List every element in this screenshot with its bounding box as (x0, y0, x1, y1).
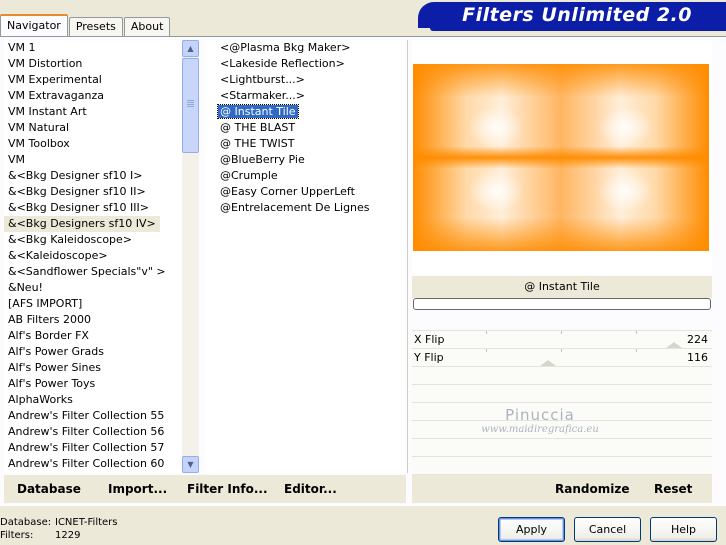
filter-item[interactable]: <@Plasma Bkg Maker> (205, 40, 405, 56)
status-database-value: ICNET-Filters (55, 517, 118, 528)
category-item[interactable]: VM Experimental (4, 72, 182, 88)
filter-item-label: @BlueBerry Pie (220, 153, 305, 166)
category-item[interactable]: VM Instant Art (4, 104, 182, 120)
param-value: 224 (687, 333, 708, 346)
param-empty-row (412, 456, 712, 474)
param-slider-x-flip[interactable]: X Flip 224 (412, 330, 712, 348)
filter-item[interactable]: <Lightburst...> (205, 72, 405, 88)
category-item[interactable]: Andrew's Filter Collection 56 (4, 424, 182, 440)
tab-about[interactable]: About (123, 17, 171, 36)
param-label: X Flip (414, 333, 445, 346)
logo-underline (430, 28, 726, 31)
tab-strip: Navigator Presets About (0, 14, 171, 36)
preview-image[interactable] (413, 64, 709, 251)
database-button[interactable]: Database (17, 475, 81, 503)
filter-item[interactable]: @Crumple (205, 168, 405, 184)
filter-item[interactable]: @ THE BLAST (205, 120, 405, 136)
filter-item[interactable]: <Lakeside Reflection> (205, 56, 405, 72)
filter-item-label: @Crumple (220, 169, 278, 182)
category-item[interactable]: Alf's Border FX (4, 328, 182, 344)
filter-item[interactable]: @ Instant Tile (205, 104, 405, 120)
category-item[interactable]: VM Distortion (4, 56, 182, 72)
grip-icon (187, 100, 194, 101)
param-empty-row (412, 384, 712, 402)
slider-marker[interactable] (540, 360, 556, 366)
category-item[interactable]: AlphaWorks (4, 392, 182, 408)
progress-bar (413, 298, 711, 310)
category-item[interactable]: VM (4, 152, 182, 168)
filter-item-label: <Lakeside Reflection> (220, 57, 345, 70)
category-item[interactable]: VM Extravaganza (4, 88, 182, 104)
filter-info-button[interactable]: Filter Info... (187, 475, 268, 503)
filter-list[interactable]: <@Plasma Bkg Maker> <Lakeside Reflection>… (205, 40, 405, 473)
category-item[interactable]: VM Toolbox (4, 136, 182, 152)
category-item[interactable]: &<Bkg Designers sf10 IV> (4, 216, 160, 232)
category-scrollbar[interactable]: ▲ ▼ (182, 40, 199, 473)
panel-divider (407, 40, 408, 473)
filter-item[interactable]: @Easy Corner UpperLeft (205, 184, 405, 200)
param-slider-y-flip[interactable]: Y Flip 116 (412, 348, 712, 366)
editor-button[interactable]: Editor... (284, 475, 337, 503)
filter-item-label: <@Plasma Bkg Maker> (220, 41, 351, 54)
filter-item-label: @Entrelacement De Lignes (220, 201, 370, 214)
category-item[interactable]: VM 1 (4, 40, 182, 56)
category-item[interactable]: Alf's Power Sines (4, 360, 182, 376)
filter-item-label: @ Instant Tile (217, 104, 299, 119)
filter-item[interactable]: @ THE TWIST (205, 136, 405, 152)
category-item[interactable]: &Neu! (4, 280, 182, 296)
watermark-name: Pinuccia (505, 406, 575, 424)
list-action-bar: Database Import... Filter Info... Editor… (4, 475, 406, 503)
category-item[interactable]: Andrew's Filter Collection 55 (4, 408, 182, 424)
param-label: Y Flip (414, 351, 444, 364)
filter-item-label: @ THE BLAST (220, 121, 296, 134)
tab-presets[interactable]: Presets (68, 17, 123, 36)
filter-item-label: @ THE TWIST (220, 137, 295, 150)
cancel-button[interactable]: Cancel (574, 517, 641, 542)
filter-item-label: <Lightburst...> (220, 73, 305, 86)
watermark-url: www.maidiregrafica.eu (481, 424, 599, 435)
param-value: 116 (687, 351, 708, 364)
category-item[interactable]: &<Sandflower Specials"v" > (4, 264, 182, 280)
category-item[interactable]: Andrew's Filter Collection 57 (4, 440, 182, 456)
category-item[interactable]: &<Bkg Designer sf10 I> (4, 168, 182, 184)
app-logo-banner: Filters Unlimited 2.0 (418, 2, 726, 28)
scroll-down-button[interactable]: ▼ (182, 456, 199, 473)
filter-item-label: @Easy Corner UpperLeft (220, 185, 355, 198)
category-item[interactable]: [AFS IMPORT] (4, 296, 182, 312)
status-filters-label: Filters: (0, 530, 34, 541)
current-filter-name: @ Instant Tile (412, 276, 712, 298)
category-item[interactable]: Andrew's Filter Collection 60 (4, 456, 182, 472)
category-list[interactable]: VM 1 VM Distortion VM Experimental VM Extra… (4, 40, 182, 473)
tab-navigator[interactable]: Navigator (0, 14, 68, 36)
randomize-button[interactable]: Randomize (555, 475, 629, 503)
category-item[interactable]: &<Kaleidoscope> (4, 248, 182, 264)
status-database-label: Database: (0, 517, 52, 528)
param-empty-row (412, 438, 712, 456)
param-action-bar: Randomize Reset (412, 475, 712, 503)
import-button[interactable]: Import... (108, 475, 167, 503)
status-filters-value: 1229 (55, 530, 81, 541)
category-item[interactable]: &<Bkg Designer sf10 III> (4, 200, 182, 216)
filter-item[interactable]: @BlueBerry Pie (205, 152, 405, 168)
scroll-thumb[interactable] (182, 58, 199, 153)
param-empty-row (412, 366, 712, 384)
help-button[interactable]: Help (650, 517, 717, 542)
category-item[interactable]: &<Bkg Kaleidoscope> (4, 232, 182, 248)
category-item[interactable]: AB Filters 2000 (4, 312, 182, 328)
filter-item[interactable]: @Entrelacement De Lignes (205, 200, 405, 216)
watermark: Pinuccia www.maidiregrafica.eu (470, 406, 610, 435)
category-item[interactable]: &<Bkg Designer sf10 II> (4, 184, 182, 200)
category-item[interactable]: Alf's Power Grads (4, 344, 182, 360)
reset-button[interactable]: Reset (654, 475, 692, 503)
category-item[interactable]: VM Natural (4, 120, 182, 136)
filter-item[interactable]: <Starmaker...> (205, 88, 405, 104)
category-item[interactable]: Alf's Power Toys (4, 376, 182, 392)
filter-item-label: <Starmaker...> (220, 89, 306, 102)
status-area: Database: ICNET-Filters Filters: 1229 (0, 516, 118, 542)
apply-button[interactable]: Apply (498, 517, 565, 542)
scroll-up-button[interactable]: ▲ (182, 40, 199, 57)
